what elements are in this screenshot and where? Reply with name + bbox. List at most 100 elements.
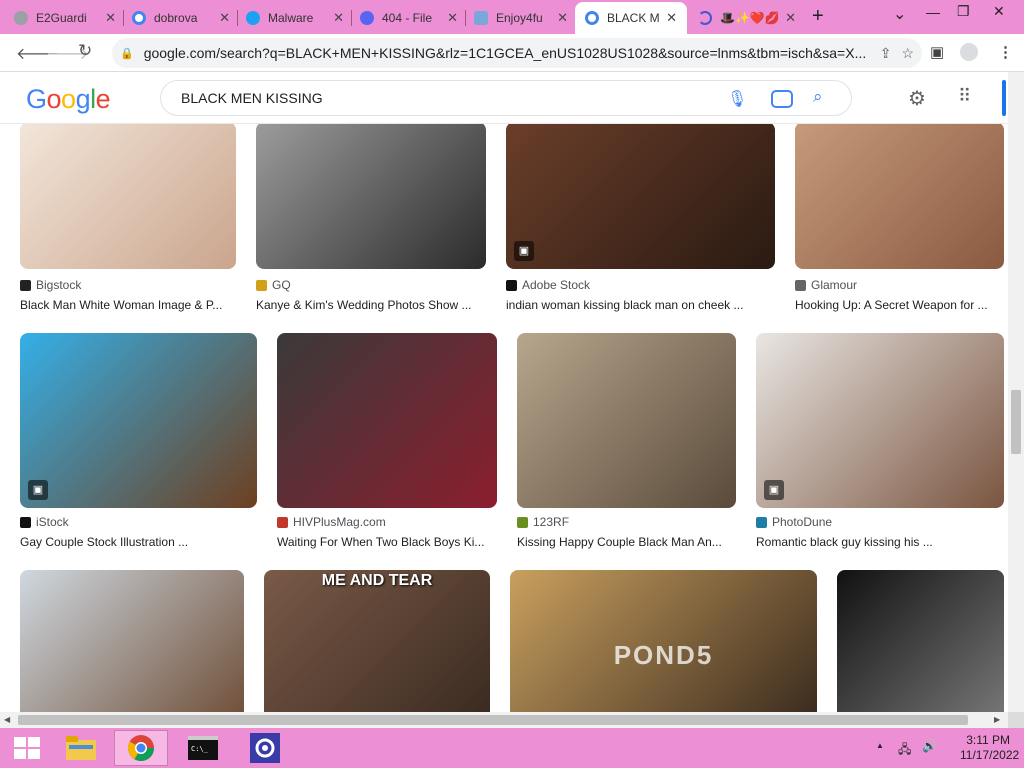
file-explorer-button[interactable] [54, 730, 108, 766]
minimize-button[interactable]: — [926, 4, 940, 20]
result-title[interactable]: Gay Couple Stock Illustration ... [20, 535, 257, 549]
browser-tab[interactable]: E2Guardi ✕ [8, 2, 122, 34]
result-image[interactable] [517, 333, 736, 508]
settings-taskbar-button[interactable] [238, 730, 292, 766]
result-title[interactable]: Romantic black guy kissing his ... [756, 535, 1004, 549]
photodune-favicon-icon [756, 516, 767, 528]
lock-icon[interactable]: 🔒 [120, 47, 134, 60]
gq-favicon-icon [256, 279, 267, 291]
terminal-taskbar-button[interactable]: C:\_ [176, 730, 230, 766]
tab-search-icon[interactable]: ⌄ [893, 4, 906, 24]
bookmark-star-icon[interactable]: ☆ [901, 45, 914, 62]
browser-tab[interactable]: Enjoy4fu ✕ [468, 2, 574, 34]
result-image[interactable] [20, 570, 244, 712]
side-panel-icon[interactable]: ▣ [930, 43, 944, 61]
result-image[interactable] [256, 124, 486, 269]
apps-grid-icon[interactable]: ⠿ [958, 86, 971, 107]
browser-tab[interactable]: dobrova ✕ [126, 2, 236, 34]
123rf-favicon-icon [517, 516, 528, 528]
google-favicon-icon [132, 11, 146, 25]
microphone-icon[interactable]: 🎙 [727, 89, 747, 109]
close-tab-icon[interactable]: ✕ [447, 10, 458, 26]
result-source[interactable]: Bigstock [20, 278, 81, 292]
command-prompt-icon: C:\_ [188, 736, 218, 760]
result-title[interactable]: Kissing Happy Couple Black Man An... [517, 535, 736, 549]
result-image[interactable] [837, 570, 1004, 712]
result-title[interactable]: Waiting For When Two Black Boys Ki... [277, 535, 497, 549]
result-source[interactable]: GQ [256, 278, 291, 292]
result-source[interactable]: Glamour [795, 278, 857, 292]
result-image[interactable]: ▣ [20, 333, 257, 508]
result-image[interactable]: ME AND TEAR [264, 570, 490, 712]
close-tab-icon[interactable]: ✕ [785, 10, 796, 26]
menu-kebab-icon[interactable]: ⋮ [998, 43, 1013, 61]
google-logo[interactable]: Google [26, 84, 111, 115]
start-button[interactable] [0, 730, 54, 766]
reload-button[interactable]: ↻ [78, 41, 92, 61]
settings-gear-icon[interactable]: ⚙ [908, 86, 926, 111]
watermark-text: POND5 [613, 640, 714, 670]
result-source[interactable]: Adobe Stock [506, 278, 590, 292]
restore-button[interactable]: ❐ [957, 3, 970, 20]
svg-text:C:\_: C:\_ [191, 745, 209, 753]
search-header: Google 🎙 ⌕ ⚙ ⠿ [0, 72, 1024, 124]
browser-tab-active[interactable]: BLACK M ✕ [575, 2, 687, 34]
search-icon[interactable]: ⌕ [813, 87, 823, 107]
result-title[interactable]: indian woman kissing black man on cheek … [506, 298, 775, 312]
clock-date: 11/17/2022 [960, 748, 1020, 762]
horizontal-scrollbar[interactable]: ◀ ▶ [0, 712, 1008, 728]
bigstock-favicon-icon [20, 279, 31, 291]
vertical-scrollbar[interactable] [1008, 72, 1024, 712]
browser-tab[interactable]: 404 - File ✕ [354, 2, 464, 34]
clock[interactable]: 3:11 PM 11/17/2022 [960, 733, 1020, 763]
result-source[interactable]: HIVPlusMag.com [277, 515, 386, 529]
scroll-right-arrow-icon[interactable]: ▶ [994, 715, 1000, 724]
network-icon[interactable]: 🖧 [898, 740, 911, 761]
glamour-favicon-icon [795, 279, 806, 291]
search-input[interactable] [181, 90, 701, 106]
image-results-grid: Bigstock Black Man White Woman Image & P… [0, 124, 1008, 712]
result-source[interactable]: PhotoDune [756, 515, 832, 529]
result-image[interactable] [795, 124, 1004, 269]
result-image[interactable]: ▣ [506, 124, 775, 269]
new-tab-button[interactable]: + [812, 5, 824, 28]
vertical-scroll-thumb[interactable] [1011, 390, 1021, 454]
result-image[interactable] [277, 333, 497, 508]
close-window-button[interactable]: ✕ [993, 3, 1005, 20]
image-badge-icon: ▣ [764, 480, 784, 500]
close-tab-icon[interactable]: ✕ [219, 10, 230, 26]
volume-icon[interactable]: 🔊 [922, 739, 937, 753]
close-tab-icon[interactable]: ✕ [666, 10, 677, 26]
share-icon[interactable]: ⇪ [880, 45, 892, 62]
camera-lens-icon[interactable] [771, 90, 793, 108]
chrome-taskbar-button[interactable] [114, 730, 168, 766]
tab-title: 404 - File [382, 11, 433, 25]
search-box[interactable]: 🎙 ⌕ [160, 80, 852, 116]
close-tab-icon[interactable]: ✕ [333, 10, 344, 26]
result-image[interactable]: POND5 [510, 570, 817, 712]
browser-tab[interactable]: 🎩✨❤️💋 ✕ [692, 2, 802, 34]
account-sliver[interactable] [1002, 80, 1006, 116]
result-title[interactable]: Hooking Up: A Secret Weapon for ... [795, 298, 1004, 312]
profile-avatar[interactable] [960, 43, 978, 61]
tab-title: BLACK M [607, 11, 660, 25]
horizontal-scroll-thumb[interactable] [18, 715, 968, 725]
result-source[interactable]: 123RF [517, 515, 569, 529]
image-badge-icon: ▣ [28, 480, 48, 500]
address-bar[interactable]: 🔒 google.com/search?q=BLACK+MEN+KISSING&… [112, 38, 922, 68]
tab-title: Enjoy4fu [496, 11, 543, 25]
result-title[interactable]: Kanye & Kim's Wedding Photos Show ... [256, 298, 486, 312]
close-tab-icon[interactable]: ✕ [105, 10, 116, 26]
result-image[interactable] [20, 124, 236, 269]
result-source[interactable]: iStock [20, 515, 69, 529]
result-image[interactable]: ▣ [756, 333, 1004, 508]
browser-tab[interactable]: Malware ✕ [240, 2, 350, 34]
result-title[interactable]: Black Man White Woman Image & P... [20, 298, 236, 312]
taskbar: C:\_ ▲ 🖧 🔊 3:11 PM 11/17/2022 [0, 728, 1024, 768]
tray-expand-icon[interactable]: ▲ [876, 741, 884, 750]
url-text[interactable]: google.com/search?q=BLACK+MEN+KISSING&rl… [144, 45, 870, 61]
istock-favicon-icon [20, 516, 31, 528]
close-tab-icon[interactable]: ✕ [557, 10, 568, 26]
scroll-left-arrow-icon[interactable]: ◀ [4, 715, 10, 724]
scroll-corner [1008, 712, 1024, 728]
